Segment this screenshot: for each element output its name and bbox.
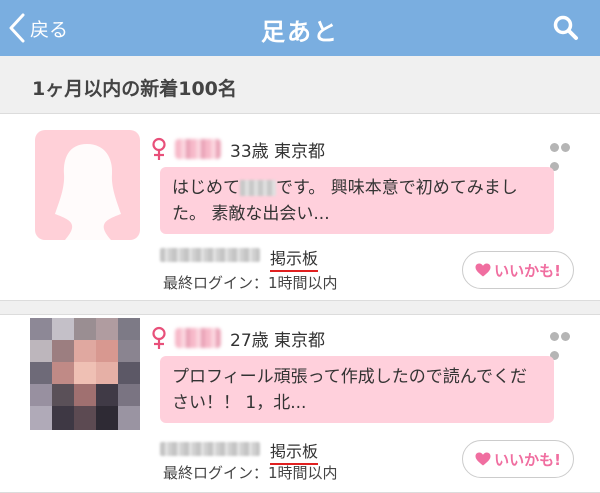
search-icon <box>553 15 578 40</box>
heart-icon <box>475 452 491 466</box>
like-button[interactable]: いいかも! <box>462 440 574 478</box>
username-blurred[interactable] <box>175 139 221 159</box>
avatar[interactable] <box>35 130 140 240</box>
last-login: 最終ログイン：1時間以内 <box>163 464 338 482</box>
blurred-name <box>240 180 276 196</box>
board-link[interactable]: 掲示板 <box>270 245 319 272</box>
footprint-card: 33歳 東京都 はじめて です。 興味本意で初めてみました。 素敵な出会い... … <box>0 115 600 301</box>
search-button[interactable] <box>552 14 580 42</box>
message-text: プロフィール頑張って作成したので読んでください！！ 1，北... <box>172 367 527 413</box>
heart-icon <box>475 263 491 277</box>
more-dots-icon[interactable] <box>550 326 582 360</box>
age-location: 27歳 東京都 <box>230 331 326 351</box>
page-title: 足あと <box>261 18 339 46</box>
timestamp-blurred <box>160 442 260 456</box>
board-link[interactable]: 掲示板 <box>270 438 319 465</box>
list-header-text: 1ヶ月以内の新着100名 <box>32 78 237 100</box>
list-header: 1ヶ月以内の新着100名 <box>0 56 600 114</box>
avatar[interactable] <box>30 318 140 430</box>
message-bubble[interactable]: プロフィール頑張って作成したので読んでください！！ 1，北... <box>160 356 554 423</box>
card-separator <box>0 301 600 315</box>
more-dots-icon[interactable] <box>550 137 582 171</box>
age-location: 33歳 東京都 <box>230 142 326 162</box>
female-icon <box>152 137 166 160</box>
footprint-card: 27歳 東京都 プロフィール頑張って作成したので読んでください！！ 1，北...… <box>0 316 600 493</box>
timestamp-blurred <box>160 248 260 262</box>
blurred-photo <box>30 318 140 430</box>
message-text-start: はじめて <box>172 178 240 198</box>
message-bubble[interactable]: はじめて です。 興味本意で初めてみました。 素敵な出会い... <box>160 167 554 234</box>
last-login: 最終ログイン：1時間以内 <box>163 274 338 292</box>
like-label: いいかも! <box>494 261 561 280</box>
like-button[interactable]: いいかも! <box>462 251 574 289</box>
like-label: いいかも! <box>494 450 561 469</box>
username-blurred[interactable] <box>175 328 221 348</box>
silhouette-icon <box>55 144 121 240</box>
top-bar: 戻る 足あと <box>0 0 600 56</box>
female-icon <box>152 326 166 349</box>
